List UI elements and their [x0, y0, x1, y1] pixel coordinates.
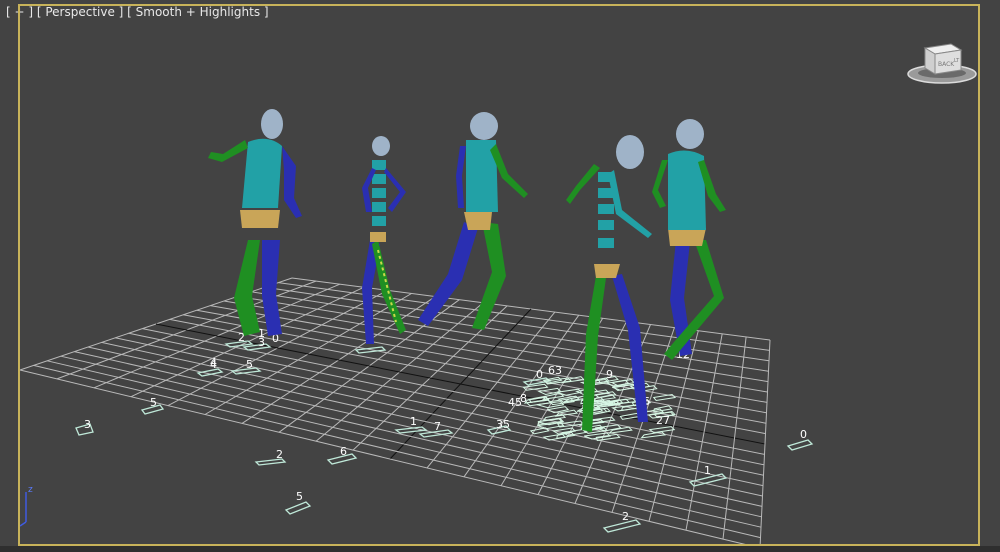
footstep-number: 6	[340, 445, 347, 458]
footstep-number: 2	[622, 510, 629, 523]
footstep-number: 0	[800, 428, 807, 441]
dancer-1-right-arm	[282, 146, 302, 218]
dancer-5-head	[676, 119, 704, 149]
footstep[interactable]	[284, 501, 312, 515]
footstep-number: 9	[606, 368, 613, 381]
dancer-3-left-leg	[418, 222, 478, 326]
dancer-1-head	[261, 109, 283, 139]
dancer-1-torso	[242, 138, 282, 208]
dancer-2-right-leg	[372, 240, 406, 334]
dancer-3-left-arm	[456, 146, 466, 208]
footstep[interactable]	[529, 427, 550, 435]
footstep-number: 5	[296, 490, 303, 503]
dancer-5-left-arm	[652, 160, 668, 208]
footstep[interactable]	[786, 439, 814, 451]
viewport-bottom-edge	[0, 546, 1000, 552]
footstep-number: 0	[536, 368, 543, 381]
grid-line	[722, 336, 747, 540]
dancer-4[interactable]	[566, 135, 652, 432]
dancer-3-head	[470, 112, 498, 140]
grid-line	[685, 333, 723, 531]
perspective-viewport[interactable]: 210354534265173506345892766012120	[0, 0, 1000, 552]
grid-line	[759, 339, 771, 549]
footstep-number: 5	[246, 358, 253, 371]
footstep-number: 5	[150, 396, 157, 409]
viewport-label-menu[interactable]: [ + ] [ Perspective ] [ Smooth + Highlig…	[6, 5, 269, 19]
footstep-number: 3	[84, 418, 91, 431]
dancer-5-pelvis	[668, 228, 706, 246]
footstep-number: 27	[656, 414, 670, 427]
dancer-3-pelvis	[464, 212, 492, 230]
footstep[interactable]	[554, 409, 579, 417]
dancer-4-pelvis	[594, 264, 620, 278]
dancer-2[interactable]	[362, 136, 406, 344]
dancer-1-left-leg	[234, 240, 260, 336]
scene-canvas[interactable]: 210354534265173506345892766012120	[0, 0, 1000, 552]
footstep-number: 3	[258, 336, 265, 349]
footstep-number: 1	[704, 464, 711, 477]
dancer-2-head	[372, 136, 390, 156]
footstep-number: 8	[520, 392, 527, 405]
dancer-3[interactable]	[418, 112, 528, 330]
dancer-5[interactable]	[652, 119, 726, 360]
axis-gizmo-icon: z	[19, 485, 33, 527]
dancer-4-right-arm	[608, 170, 652, 238]
dancer-1-right-leg	[262, 240, 282, 336]
footstep-number: 4	[210, 356, 217, 369]
axis-z-label: z	[28, 485, 33, 495]
dancer-2-right-arm	[384, 168, 406, 212]
viewcube-face-label: BACK	[938, 61, 955, 68]
footstep[interactable]	[653, 405, 673, 413]
footstep-number: 2	[276, 448, 283, 461]
dancer-1-pelvis	[240, 210, 280, 228]
dancer-1-left-arm	[208, 140, 248, 162]
dancer-2-pelvis	[370, 232, 386, 242]
footstep-number: 35	[496, 418, 510, 431]
footstep-number: 63	[548, 364, 562, 377]
footstep-number: 1	[410, 415, 417, 428]
footstep-number: 7	[434, 420, 441, 433]
dancer-4-head	[616, 135, 644, 169]
dancer-4-left-arm	[566, 164, 600, 204]
viewcube-icon[interactable]: BACK LT	[905, 38, 980, 88]
